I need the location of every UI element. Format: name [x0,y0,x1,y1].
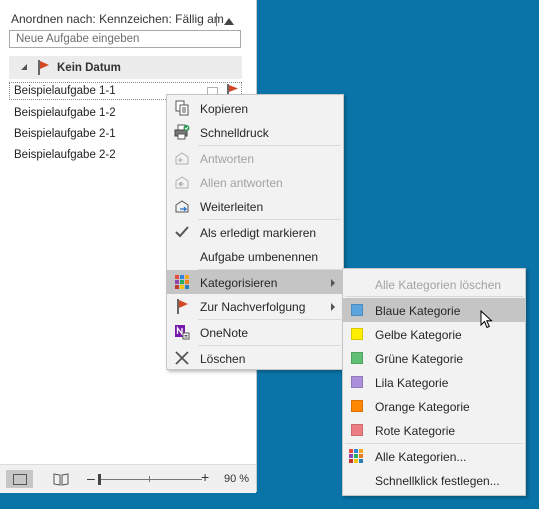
copy-icon [175,100,189,116]
menu-item-label: Grüne Kategorie [375,352,464,366]
menu-item-rename-task[interactable]: Aufgabe umbenennen [167,244,343,268]
task-item[interactable]: Beispielaufgabe 2-2 [14,149,116,161]
menu-item-category-red[interactable]: Rote Kategorie [343,418,525,442]
group-label: Kein Datum [57,62,121,74]
menu-item-quick-print[interactable]: Schnelldruck [167,120,343,144]
flag-icon [38,60,49,75]
task-item[interactable]: Beispielaufgabe 1-2 [14,107,116,119]
menu-item-label: Als erledigt markieren [200,226,317,240]
zoom-out-button[interactable]: – [87,470,95,486]
collapse-triangle-icon[interactable] [21,64,27,70]
menu-item-category-orange[interactable]: Orange Kategorie [343,394,525,418]
sort-ascending-icon[interactable] [224,18,234,25]
zoom-slider-track[interactable] [98,479,202,480]
menu-item-onenote[interactable]: OneNote [167,320,343,344]
submenu-arrow-icon [331,279,335,287]
menu-item-forward[interactable]: Weiterleiten [167,194,343,218]
flag-icon [177,299,188,314]
menu-item-label: Alle Kategorien löschen [375,278,502,292]
normal-view-icon [13,474,27,485]
yellow-swatch-icon [351,328,363,340]
reply-icon [175,152,189,165]
task-item[interactable]: Beispielaufgabe 2-1 [14,128,116,140]
menu-item-label: Aufgabe umbenennen [200,250,319,264]
categorize-submenu: Alle Kategorien löschen Blaue Kategorie … [342,268,526,496]
menu-item-mark-complete[interactable]: Als erledigt markieren [167,220,343,244]
menu-item-label: Schnellklick festlegen... [375,474,500,488]
red-swatch-icon [351,424,363,436]
sort-header[interactable]: Anordnen nach: Kennzeichen: Fällig am [0,6,256,28]
categorize-icon [175,275,189,289]
forward-icon [175,200,189,213]
zoom-slider-center-tick [149,476,150,482]
menu-item-category-purple[interactable]: Lila Kategorie [343,370,525,394]
blue-swatch-icon [351,304,363,316]
normal-view-button[interactable] [6,470,33,488]
menu-item-label: Alle Kategorien... [375,450,467,464]
new-task-input[interactable] [9,30,241,48]
categorize-icon [349,449,363,463]
zoom-level[interactable]: 90 % [224,473,249,485]
orange-swatch-icon [351,400,363,412]
menu-item-reply-all[interactable]: Allen antworten [167,170,343,194]
reply-all-icon [175,176,189,189]
zoom-in-button[interactable]: + [201,469,209,485]
mouse-cursor-icon [480,310,493,329]
menu-item-all-categories[interactable]: Alle Kategorien... [343,444,525,468]
purple-swatch-icon [351,376,363,388]
menu-item-delete[interactable]: Löschen [167,346,343,370]
zoom-slider-thumb[interactable] [98,474,101,485]
menu-item-label: Allen antworten [200,176,283,190]
menu-item-label: Antworten [200,152,255,166]
menu-item-reply[interactable]: Antworten [167,146,343,170]
checkmark-icon [175,226,189,238]
menu-item-clear-all-categories[interactable]: Alle Kategorien löschen [343,272,525,296]
menu-item-label: Zur Nachverfolgung [200,300,306,314]
menu-item-category-yellow[interactable]: Gelbe Kategorie [343,322,525,346]
green-swatch-icon [351,352,363,364]
quick-print-icon [174,124,190,140]
menu-item-label: Orange Kategorie [375,400,470,414]
menu-item-label: Schnelldruck [200,126,269,140]
status-bar: – + 90 % [0,464,256,493]
flag-shape [229,85,238,92]
menu-item-label: Kategorisieren [200,276,278,290]
menu-item-label: Gelbe Kategorie [375,328,462,342]
menu-item-label: Blaue Kategorie [375,304,461,318]
menu-item-label: Kopieren [200,102,249,116]
menu-item-label: Lila Kategorie [375,376,449,390]
submenu-arrow-icon [331,303,335,311]
context-menu: Kopieren Schnelldruck Antworten Allen an… [166,94,344,370]
delete-icon [175,351,189,365]
group-header-no-date[interactable]: Kein Datum [9,56,242,79]
menu-item-label: OneNote [200,326,249,340]
flag-shape [40,61,49,69]
sort-divider [216,13,217,26]
menu-item-categorize[interactable]: Kategorisieren [167,270,343,294]
menu-item-category-blue[interactable]: Blaue Kategorie [343,298,525,322]
menu-item-label: Löschen [200,352,246,366]
sort-label[interactable]: Anordnen nach: Kennzeichen: Fällig am [11,12,224,26]
menu-item-label: Rote Kategorie [375,424,456,438]
task-item[interactable]: Beispielaufgabe 1-1 [14,85,116,97]
menu-item-follow-up[interactable]: Zur Nachverfolgung [167,294,343,318]
menu-item-copy[interactable]: Kopieren [167,96,343,120]
menu-item-set-quick-click[interactable]: Schnellklick festlegen... [343,468,525,492]
onenote-icon [175,325,190,340]
reading-view-icon[interactable] [53,472,69,486]
menu-separator [345,296,523,297]
menu-item-label: Weiterleiten [200,200,264,214]
menu-item-category-green[interactable]: Grüne Kategorie [343,346,525,370]
